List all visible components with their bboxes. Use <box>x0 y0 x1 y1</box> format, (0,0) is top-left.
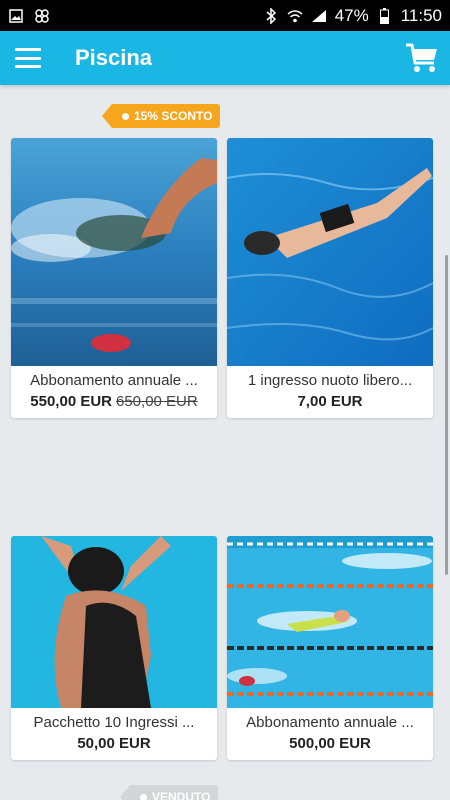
product-image <box>227 138 433 366</box>
discount-badge: 15% SCONTO <box>101 104 221 128</box>
battery-icon <box>377 7 393 24</box>
product-price: 7,00 EUR <box>227 389 433 418</box>
wifi-icon <box>287 8 303 24</box>
badge-dot-icon <box>122 112 129 120</box>
product-image <box>11 536 217 708</box>
battery-percent: 47% <box>334 5 369 25</box>
product-price: 550,00 EUR 650,00 EUR <box>11 389 217 418</box>
product-card[interactable]: Pacchetto 10 Ingressi ... 50,00 EUR <box>11 536 217 760</box>
sold-badge: VENDUTO <box>119 785 219 800</box>
status-bar: 47% 11:50 <box>0 0 450 31</box>
product-image <box>11 138 217 366</box>
cart-button[interactable] <box>394 31 450 85</box>
old-price: 650,00 EUR <box>116 393 198 410</box>
current-price: 7,00 EUR <box>297 393 363 410</box>
product-grid: 15% SCONTO Abbonamento annuale ... 550,0… <box>0 85 450 800</box>
app-bar: Piscina <box>0 31 450 85</box>
discount-label: 15% SCONTO <box>134 109 213 123</box>
product-price: 50,00 EUR <box>11 731 217 760</box>
hamburger-icon <box>15 48 41 68</box>
product-name: Pacchetto 10 Ingressi ... <box>33 714 195 731</box>
current-price: 500,00 EUR <box>289 735 371 752</box>
clock: 11:50 <box>400 5 442 25</box>
sold-label: VENDUTO <box>152 790 211 800</box>
page-title: Piscina <box>75 45 153 70</box>
product-card[interactable]: Abbonamento annuale ... 550,00 EUR 650,00… <box>11 138 217 418</box>
product-name: Abbonamento annuale ... <box>246 714 414 731</box>
badge-dot-icon <box>140 793 147 800</box>
app-notification-icon <box>34 8 50 24</box>
product-name: 1 ingresso nuoto libero... <box>247 372 413 389</box>
signal-icon <box>311 8 327 24</box>
product-name: Abbonamento annuale ... <box>30 372 198 389</box>
scrollbar[interactable] <box>445 255 448 575</box>
gallery-icon <box>8 8 24 24</box>
menu-button[interactable] <box>0 31 56 85</box>
product-price: 500,00 EUR <box>227 731 433 760</box>
current-price: 550,00 EUR <box>30 393 112 410</box>
product-card[interactable]: 1 ingresso nuoto libero... 7,00 EUR <box>227 138 433 418</box>
product-card[interactable]: Abbonamento annuale ... 500,00 EUR <box>227 536 433 760</box>
product-image <box>227 536 433 708</box>
cart-icon <box>406 43 437 72</box>
current-price: 50,00 EUR <box>77 735 151 752</box>
bluetooth-icon <box>263 7 279 24</box>
